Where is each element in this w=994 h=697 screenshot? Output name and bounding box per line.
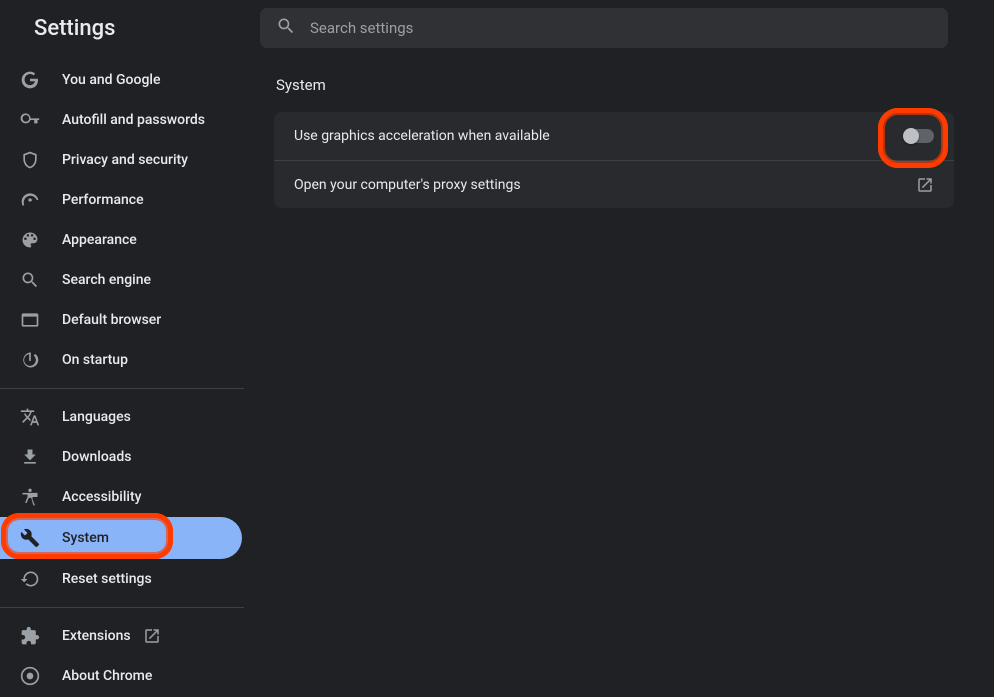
extension-icon — [20, 626, 40, 646]
sidebar-item-label: System — [62, 530, 109, 546]
sidebar: You and Google Autofill and passwords Pr… — [0, 56, 244, 697]
header-left: Settings — [0, 16, 260, 41]
search-icon — [276, 16, 296, 40]
sidebar-item-label: Languages — [62, 409, 131, 425]
sidebar-item-label: Downloads — [62, 449, 131, 465]
layout: You and Google Autofill and passwords Pr… — [0, 56, 994, 697]
sidebar-item-label: Appearance — [62, 232, 137, 248]
sidebar-item-on-startup[interactable]: On startup — [0, 340, 240, 380]
search-box[interactable] — [260, 8, 948, 48]
chrome-logo-icon — [20, 666, 40, 686]
section-title: System — [274, 76, 958, 94]
google-g-icon — [20, 70, 40, 90]
sidebar-item-appearance[interactable]: Appearance — [0, 220, 240, 260]
palette-icon — [20, 230, 40, 250]
sidebar-item-downloads[interactable]: Downloads — [0, 437, 240, 477]
shield-icon — [20, 150, 40, 170]
toggle-graphics-acceleration[interactable] — [904, 129, 934, 143]
app-title: Settings — [34, 16, 115, 41]
app-header: Settings — [0, 0, 994, 56]
sidebar-item-label: Reset settings — [62, 571, 152, 587]
accessibility-icon — [20, 487, 40, 507]
sidebar-item-label: Accessibility — [62, 489, 141, 505]
sidebar-item-label: You and Google — [62, 72, 160, 88]
search-input[interactable] — [310, 19, 932, 37]
row-label: Open your computer's proxy settings — [294, 177, 521, 193]
search-container — [260, 8, 994, 48]
translate-icon — [20, 407, 40, 427]
sidebar-item-label: About Chrome — [62, 668, 152, 684]
speedometer-icon — [20, 190, 40, 210]
wrench-icon — [20, 528, 40, 548]
row-proxy-settings[interactable]: Open your computer's proxy settings — [274, 160, 954, 208]
sidebar-item-system[interactable]: System — [0, 517, 242, 559]
sidebar-item-about[interactable]: About Chrome — [0, 656, 240, 696]
sidebar-item-performance[interactable]: Performance — [0, 180, 240, 220]
sidebar-item-languages[interactable]: Languages — [0, 397, 240, 437]
sidebar-separator — [0, 607, 244, 608]
sidebar-item-autofill[interactable]: Autofill and passwords — [0, 100, 240, 140]
sidebar-item-you-and-google[interactable]: You and Google — [0, 60, 240, 100]
row-label: Use graphics acceleration when available — [294, 128, 550, 144]
settings-card: Use graphics acceleration when available… — [274, 112, 954, 208]
sidebar-item-label: Extensions — [62, 628, 131, 644]
extensions-label-row: Extensions — [62, 627, 161, 645]
open-in-new-icon — [916, 176, 934, 194]
sidebar-item-label: Autofill and passwords — [62, 112, 205, 128]
sidebar-item-accessibility[interactable]: Accessibility — [0, 477, 240, 517]
search-icon — [20, 270, 40, 290]
sidebar-item-privacy[interactable]: Privacy and security — [0, 140, 240, 180]
sidebar-item-label: On startup — [62, 352, 128, 368]
sidebar-item-extensions[interactable]: Extensions — [0, 616, 240, 656]
browser-window-icon — [20, 310, 40, 330]
sidebar-item-default-browser[interactable]: Default browser — [0, 300, 240, 340]
sidebar-separator — [0, 388, 244, 389]
sidebar-item-label: Default browser — [62, 312, 161, 328]
sidebar-item-label: Privacy and security — [62, 152, 188, 168]
power-icon — [20, 350, 40, 370]
sidebar-item-search-engine[interactable]: Search engine — [0, 260, 240, 300]
download-icon — [20, 447, 40, 467]
sidebar-item-reset[interactable]: Reset settings — [0, 559, 240, 599]
sidebar-item-label: Performance — [62, 192, 144, 208]
main-content: System Use graphics acceleration when av… — [244, 56, 994, 697]
restore-icon — [20, 569, 40, 589]
row-graphics-acceleration[interactable]: Use graphics acceleration when available — [274, 112, 954, 160]
open-in-new-icon — [143, 627, 161, 645]
key-icon — [20, 110, 40, 130]
sidebar-item-label: Search engine — [62, 272, 151, 288]
